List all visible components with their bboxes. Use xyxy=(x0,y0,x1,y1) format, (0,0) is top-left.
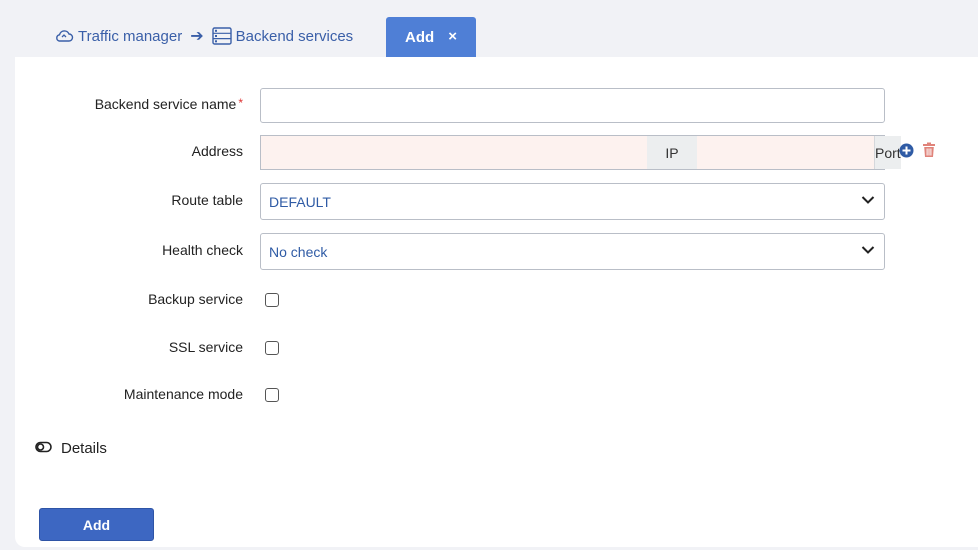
backup-service-label: Backup service xyxy=(148,291,243,307)
close-icon[interactable]: × xyxy=(448,28,457,45)
label-text: Backend service name xyxy=(94,95,237,112)
backup-service-checkbox[interactable] xyxy=(265,293,279,307)
health-check-label: Health check xyxy=(162,241,243,258)
server-list-icon xyxy=(211,27,232,45)
label-wrap: Backend service name * xyxy=(15,96,243,116)
label-wrap: Route table xyxy=(15,192,243,212)
port-addon: Port xyxy=(874,136,901,169)
row-address: Address IP Port xyxy=(15,135,978,170)
backend-service-name-input[interactable] xyxy=(261,89,884,122)
ssl-service-label: SSL service xyxy=(168,339,243,355)
tab-label: Add xyxy=(405,28,435,46)
label-wrap: Health check xyxy=(15,242,243,262)
form-panel: Backend service name * Address IP Port R… xyxy=(15,57,978,547)
cloud-icon xyxy=(54,28,74,44)
route-table-select[interactable]: DEFAULT xyxy=(260,183,885,220)
row-backend-service-name: Backend service name * xyxy=(15,88,978,123)
maintenance-mode-checkbox[interactable] xyxy=(265,388,279,402)
label-wrap: SSL service xyxy=(15,339,243,359)
breadcrumb-item-backend-services[interactable]: Backend services xyxy=(211,27,354,45)
ip-addon: IP xyxy=(647,136,697,169)
health-check-value: No check xyxy=(269,243,328,260)
address-actions xyxy=(899,142,936,163)
toggle-icon xyxy=(35,440,53,457)
port-input[interactable] xyxy=(697,136,874,169)
address-label: Address xyxy=(191,142,243,159)
label-wrap: Backup service xyxy=(15,291,243,311)
add-circle-icon[interactable] xyxy=(899,143,914,163)
backend-service-name-label: Backend service name * xyxy=(13,96,243,112)
route-table-value: DEFAULT xyxy=(269,193,331,210)
health-check-select[interactable]: No check xyxy=(260,233,885,270)
row-route-table: Route table DEFAULT xyxy=(15,183,978,220)
required-marker: * xyxy=(238,95,243,110)
chevron-down-icon xyxy=(861,196,875,204)
trash-icon[interactable] xyxy=(922,142,936,163)
label-wrap: Address xyxy=(15,143,243,163)
breadcrumb-label: Backend services xyxy=(235,27,354,45)
details-label: Details xyxy=(61,440,107,457)
arrow-right-icon: ➔ xyxy=(190,28,204,45)
row-backup-service: Backup service xyxy=(15,291,978,311)
row-health-check: Health check No check xyxy=(15,233,978,270)
backend-service-name-field xyxy=(260,88,885,123)
row-ssl-service: SSL service xyxy=(15,339,978,359)
maintenance-mode-label: Maintenance mode xyxy=(123,386,243,402)
breadcrumb-label: Traffic manager xyxy=(78,27,183,45)
ip-input[interactable] xyxy=(261,136,647,169)
breadcrumb-item-traffic-manager[interactable]: Traffic manager xyxy=(54,28,182,45)
label-wrap: Maintenance mode xyxy=(15,386,243,406)
tab-add[interactable]: Add × xyxy=(386,17,476,57)
add-button[interactable]: Add xyxy=(39,508,154,541)
address-group: IP Port xyxy=(260,135,901,170)
breadcrumb: Traffic manager ➔ Backend services xyxy=(54,26,353,46)
row-maintenance-mode: Maintenance mode xyxy=(15,386,978,406)
chevron-down-icon xyxy=(861,246,875,254)
ssl-service-checkbox[interactable] xyxy=(265,341,279,355)
details-toggle[interactable]: Details xyxy=(35,440,107,457)
route-table-label: Route table xyxy=(171,191,243,208)
